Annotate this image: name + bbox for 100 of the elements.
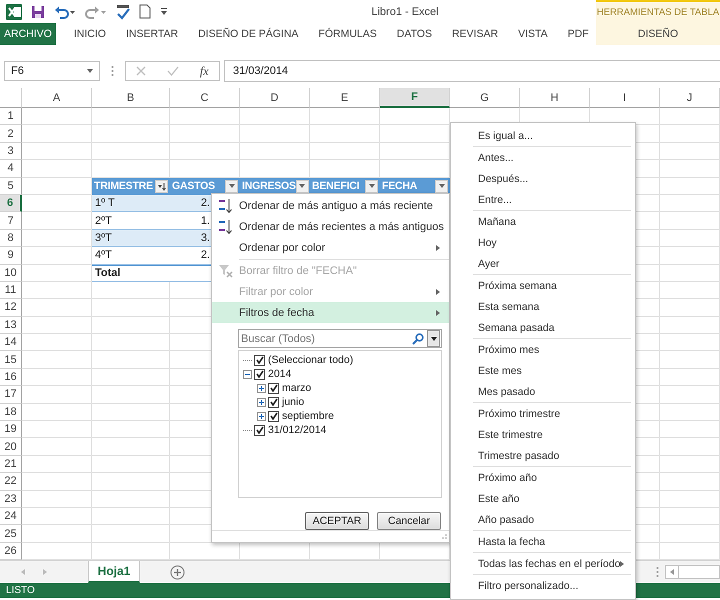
grid-cell[interactable] — [22, 351, 92, 369]
grid-cell[interactable] — [310, 125, 380, 143]
column-header[interactable]: I — [590, 88, 660, 108]
grid-cell[interactable] — [240, 142, 310, 160]
grid-cell[interactable] — [660, 264, 720, 282]
ribbon-tab[interactable]: FÓRMULAS — [308, 23, 387, 45]
grid-cell[interactable] — [22, 160, 92, 178]
grid-cell[interactable] — [92, 125, 170, 143]
column-header[interactable]: J — [660, 88, 720, 108]
menu-item[interactable]: Antes... — [451, 147, 635, 168]
checkbox[interactable] — [268, 382, 279, 394]
row-header[interactable]: 3 — [0, 142, 22, 160]
menu-item[interactable]: Este trimestre — [451, 424, 635, 445]
drag-handle-icon[interactable] — [111, 65, 114, 77]
grid-cell[interactable] — [240, 108, 310, 126]
grid-cell[interactable] — [660, 351, 720, 369]
spell-check-icon[interactable] — [116, 4, 130, 20]
expand-icon[interactable] — [257, 398, 266, 406]
search-input[interactable]: Buscar (Todos) — [239, 332, 412, 344]
grid-cell[interactable] — [92, 334, 170, 352]
grid-cell[interactable] — [660, 386, 720, 404]
grid-cell[interactable] — [22, 282, 92, 300]
grid-cell[interactable] — [660, 508, 720, 526]
menu-item[interactable]: Próxima semana — [451, 275, 635, 296]
collapse-icon[interactable] — [243, 370, 252, 378]
grid-cell[interactable] — [92, 386, 170, 404]
ribbon-tab[interactable]: VISTA — [508, 23, 558, 45]
grid-cell[interactable] — [660, 142, 720, 160]
grid-cell[interactable] — [660, 299, 720, 317]
column-header[interactable]: E — [310, 88, 380, 108]
list-item-label[interactable]: (Seleccionar todo) — [268, 354, 354, 366]
list-item-label[interactable]: 2014 — [268, 368, 292, 380]
add-sheet-icon[interactable] — [170, 564, 185, 580]
accept-button[interactable]: ACEPTAR — [305, 512, 369, 530]
grid-cell[interactable] — [22, 473, 92, 491]
row-header[interactable]: 9 — [0, 247, 22, 265]
column-header[interactable]: F — [380, 88, 450, 108]
grid-cell[interactable] — [660, 525, 720, 543]
menu-item[interactable]: Ayer — [451, 253, 635, 274]
menu-item[interactable]: Hasta la fecha — [451, 531, 635, 552]
grid-cell[interactable] — [660, 368, 720, 386]
menu-item[interactable]: Mañana — [451, 211, 635, 232]
grid-cell[interactable] — [660, 316, 720, 334]
drag-handle-icon[interactable] — [656, 566, 659, 578]
grid-cell[interactable] — [92, 421, 170, 438]
grid-cell[interactable] — [92, 316, 170, 334]
grid-cell[interactable] — [170, 125, 240, 143]
grid-cell[interactable] — [660, 438, 720, 456]
ribbon-tab[interactable]: INICIO — [64, 23, 116, 45]
file-tab[interactable]: ARCHIVO — [0, 23, 56, 45]
formula-field[interactable]: 31/03/2014 — [224, 60, 720, 82]
save-icon[interactable] — [31, 4, 45, 18]
cancel-button[interactable]: Cancelar — [377, 512, 441, 530]
row-header[interactable]: 4 — [0, 160, 22, 178]
row-header[interactable]: 11 — [0, 282, 22, 300]
grid-cell[interactable] — [660, 178, 720, 195]
grid-cell[interactable] — [22, 421, 92, 438]
menu-item[interactable]: Este año — [451, 488, 635, 509]
row-header[interactable]: 14 — [0, 334, 22, 352]
menu-item[interactable]: Después... — [451, 168, 635, 189]
row-header[interactable]: 1 — [0, 108, 22, 126]
table-cell[interactable]: 4ºT — [92, 247, 170, 265]
customize-caret-icon[interactable] — [160, 6, 168, 16]
expand-icon[interactable] — [257, 384, 266, 392]
grid-cell[interactable] — [92, 490, 170, 508]
grid-cell[interactable] — [660, 421, 720, 438]
row-header[interactable]: 19 — [0, 421, 22, 438]
grid-cell[interactable] — [660, 230, 720, 248]
menu-item[interactable]: Filtros de fecha — [212, 302, 449, 323]
grid-cell[interactable] — [22, 368, 92, 386]
column-header[interactable]: A — [22, 88, 92, 108]
grid-cell[interactable] — [660, 160, 720, 178]
checkbox[interactable] — [254, 354, 265, 366]
column-header[interactable]: H — [520, 88, 590, 108]
menu-item[interactable]: Filtro personalizado... — [451, 575, 635, 596]
row-header[interactable]: 21 — [0, 456, 22, 474]
menu-item[interactable]: Este mes — [451, 360, 635, 381]
row-header[interactable]: 2 — [0, 125, 22, 143]
grid-cell[interactable] — [92, 404, 170, 422]
grid-cell[interactable] — [22, 438, 92, 456]
ribbon-tab[interactable]: PDF — [558, 23, 599, 45]
search-icon[interactable] — [412, 332, 424, 344]
column-header[interactable]: C — [170, 88, 240, 108]
grid-cell[interactable] — [22, 508, 92, 526]
list-item-label[interactable]: junio — [282, 396, 304, 408]
document-icon[interactable] — [139, 4, 151, 19]
filter-dropdown-button[interactable] — [296, 180, 309, 193]
grid-cell[interactable] — [22, 404, 92, 422]
grid-cell[interactable] — [92, 108, 170, 126]
menu-item[interactable]: Próximo trimestre — [451, 403, 635, 424]
grid-cell[interactable] — [310, 142, 380, 160]
list-item-label[interactable]: septiembre — [282, 410, 334, 422]
grid-cell[interactable] — [660, 404, 720, 422]
row-header[interactable]: 22 — [0, 473, 22, 491]
grid-cell[interactable] — [22, 125, 92, 143]
menu-item[interactable]: Hoy — [451, 232, 635, 253]
row-header[interactable]: 8 — [0, 230, 22, 248]
insert-function-button[interactable]: fx — [200, 64, 209, 78]
checkbox[interactable] — [268, 410, 279, 422]
grid-cell[interactable] — [660, 194, 720, 212]
